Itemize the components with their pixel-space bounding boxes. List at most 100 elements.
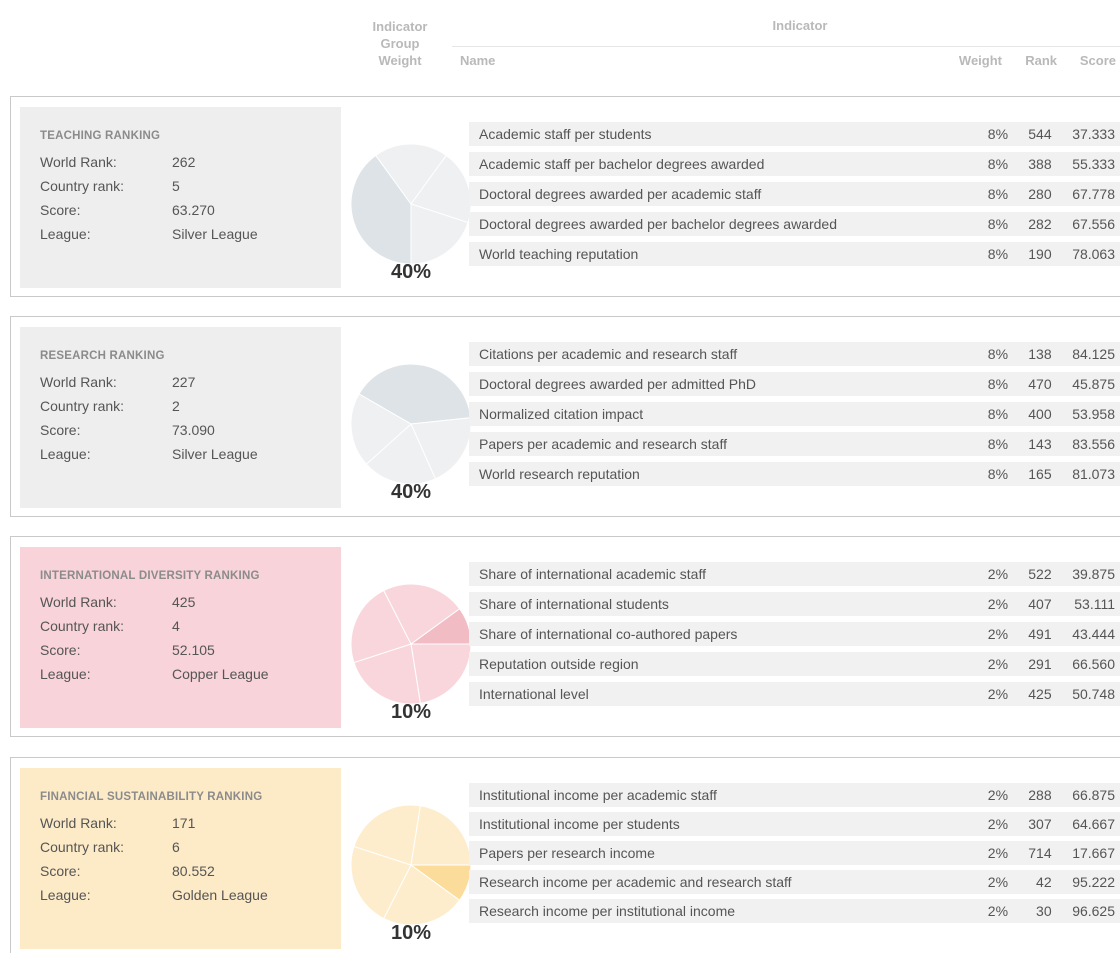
indicator-row[interactable]: Doctoral degrees awarded per bachelor de…: [469, 212, 1120, 236]
indicator-rank: 288: [1028, 787, 1052, 803]
indicator-list: Citations per academic and research staf…: [469, 342, 1120, 492]
country-rank-row: Country rank: 2: [40, 395, 341, 419]
indicator-name: Research income per institutional income: [479, 903, 736, 919]
indicator-weight: 8%: [987, 216, 1009, 232]
indicator-row[interactable]: Share of international academic staff 2% 5…: [469, 562, 1120, 586]
indicator-row[interactable]: Doctoral degrees awarded per academic st…: [469, 182, 1120, 206]
indicator-weight: 8%: [987, 246, 1009, 262]
indicator-score: 17.667: [1072, 845, 1116, 861]
indicator-rank: 470: [1028, 376, 1052, 392]
indicator-row[interactable]: Normalized citation impact 8% 400 53.958: [469, 402, 1120, 426]
indicator-rank: 291: [1028, 656, 1052, 672]
indicator-row[interactable]: Academic staff per bachelor degrees awar…: [469, 152, 1120, 176]
indicator-row[interactable]: Share of international co-authored paper…: [469, 622, 1120, 646]
country-rank-label: Country rank:: [40, 618, 125, 634]
indicator-row[interactable]: Papers per research income 2% 714 17.667: [469, 841, 1120, 865]
indicator-row[interactable]: Institutional income per academic staff 2…: [469, 783, 1120, 807]
score-label: Score:: [40, 863, 81, 879]
ranking-section-international-diversity: INTERNATIONAL DIVERSITY RANKING World Ra…: [10, 536, 1120, 737]
indicator-name: Share of international academic staff: [479, 566, 706, 582]
indicator-rank: 714: [1028, 845, 1052, 861]
indicator-rank: 282: [1028, 216, 1052, 232]
indicator-rank: 42: [1036, 874, 1052, 890]
score-column-header[interactable]: Score: [1066, 53, 1116, 68]
country-rank-label: Country rank:: [40, 178, 125, 194]
indicator-name: Academic staff per students: [479, 126, 652, 142]
indicator-weight: 8%: [987, 376, 1009, 392]
indicator-row[interactable]: Papers per academic and research staff 8%…: [469, 432, 1120, 456]
league-row: League: Silver League: [40, 443, 341, 467]
summary-box: FINANCIAL SUSTAINABILITY RANKING World R…: [20, 768, 341, 949]
indicator-name: Papers per research income: [479, 845, 655, 861]
group-weight-percent: 40%: [390, 261, 432, 283]
indicator-score: 66.560: [1072, 656, 1116, 672]
indicator-score: 45.875: [1072, 376, 1116, 392]
group-weight-pie: [350, 583, 472, 705]
indicator-row[interactable]: Institutional income per students 2% 307 64…: [469, 812, 1120, 836]
indicator-rank: 143: [1028, 436, 1052, 452]
indicator-name: International level: [479, 686, 589, 702]
league-row: League: Golden League: [40, 884, 341, 908]
indicator-name: Doctoral degrees awarded per admitted Ph…: [479, 376, 757, 392]
indicator-weight: 8%: [987, 406, 1009, 422]
indicator-score: 95.222: [1072, 874, 1116, 890]
indicator-weight: 2%: [987, 626, 1009, 642]
section-title: INTERNATIONAL DIVERSITY RANKING: [40, 570, 260, 582]
league-label: League:: [40, 446, 91, 462]
indicator-score: 78.063: [1072, 246, 1116, 262]
group-weight-percent: 10%: [390, 922, 432, 944]
world-rank-value: 227: [172, 374, 196, 390]
indicator-score: 64.667: [1072, 816, 1116, 832]
indicator-rank: 165: [1028, 466, 1052, 482]
indicator-score: 67.778: [1072, 186, 1116, 202]
indicator-weight: 2%: [987, 845, 1009, 861]
name-column-header[interactable]: Name: [460, 53, 495, 68]
indicator-row[interactable]: Research income per institutional income…: [469, 899, 1120, 923]
header-line: Group: [380, 36, 420, 51]
indicator-row[interactable]: Citations per academic and research staf…: [469, 342, 1120, 366]
ranking-section-research: RESEARCH RANKING World Rank: 227 Country …: [10, 316, 1120, 517]
indicator-rank: 138: [1028, 346, 1052, 362]
indicator-row[interactable]: International level 2% 425 50.748: [469, 682, 1120, 706]
score-label: Score:: [40, 642, 81, 658]
indicator-row[interactable]: World teaching reputation 8% 190 78.063: [469, 242, 1120, 266]
indicator-weight: 8%: [987, 436, 1009, 452]
indicator-weight: 8%: [987, 186, 1009, 202]
indicator-row[interactable]: World research reputation 8% 165 81.073: [469, 462, 1120, 486]
indicator-score: 55.333: [1072, 156, 1116, 172]
indicator-row[interactable]: Reputation outside region 2% 291 66.560: [469, 652, 1120, 676]
country-rank-value: 2: [172, 398, 180, 414]
indicator-list: Share of international academic staff 2% 5…: [469, 562, 1120, 712]
indicator-row[interactable]: Academic staff per students 8% 544 37.333: [469, 122, 1120, 146]
country-rank-label: Country rank:: [40, 839, 125, 855]
world-rank-row: World Rank: 425: [40, 591, 341, 615]
indicator-score: 83.556: [1072, 436, 1116, 452]
score-label: Score:: [40, 422, 81, 438]
rank-column-header[interactable]: Rank: [1013, 53, 1057, 68]
indicator-list: Institutional income per academic staff 2…: [469, 783, 1120, 928]
group-weight-pie: [350, 804, 472, 926]
indicator-weight: 2%: [987, 903, 1009, 919]
indicator-score: 66.875: [1072, 787, 1116, 803]
country-rank-label: Country rank:: [40, 398, 125, 414]
indicator-name: Citations per academic and research staf…: [479, 346, 738, 362]
world-rank-label: World Rank:: [40, 815, 117, 831]
indicator-score: 81.073: [1072, 466, 1116, 482]
country-rank-row: Country rank: 5: [40, 175, 341, 199]
indicator-row[interactable]: Doctoral degrees awarded per admitted Ph…: [469, 372, 1120, 396]
pie-slice: [410, 805, 472, 866]
indicator-rank: 491: [1028, 626, 1052, 642]
indicator-row[interactable]: Share of international students 2% 407 53.1…: [469, 592, 1120, 616]
indicator-rank: 30: [1036, 903, 1052, 919]
world-rank-row: World Rank: 171: [40, 812, 341, 836]
indicator-score: 39.875: [1072, 566, 1116, 582]
country-rank-value: 6: [172, 839, 180, 855]
score-row: Score: 63.270: [40, 199, 341, 223]
indicator-name: Papers per academic and research staff: [479, 436, 727, 452]
weight-column-header[interactable]: Weight: [928, 53, 1002, 68]
indicator-score: 50.748: [1072, 686, 1116, 702]
pie-slice: [410, 643, 472, 704]
indicator-row[interactable]: Research income per academic and researc…: [469, 870, 1120, 894]
indicator-name: Normalized citation impact: [479, 406, 644, 422]
indicator-score: 53.111: [1074, 596, 1116, 612]
